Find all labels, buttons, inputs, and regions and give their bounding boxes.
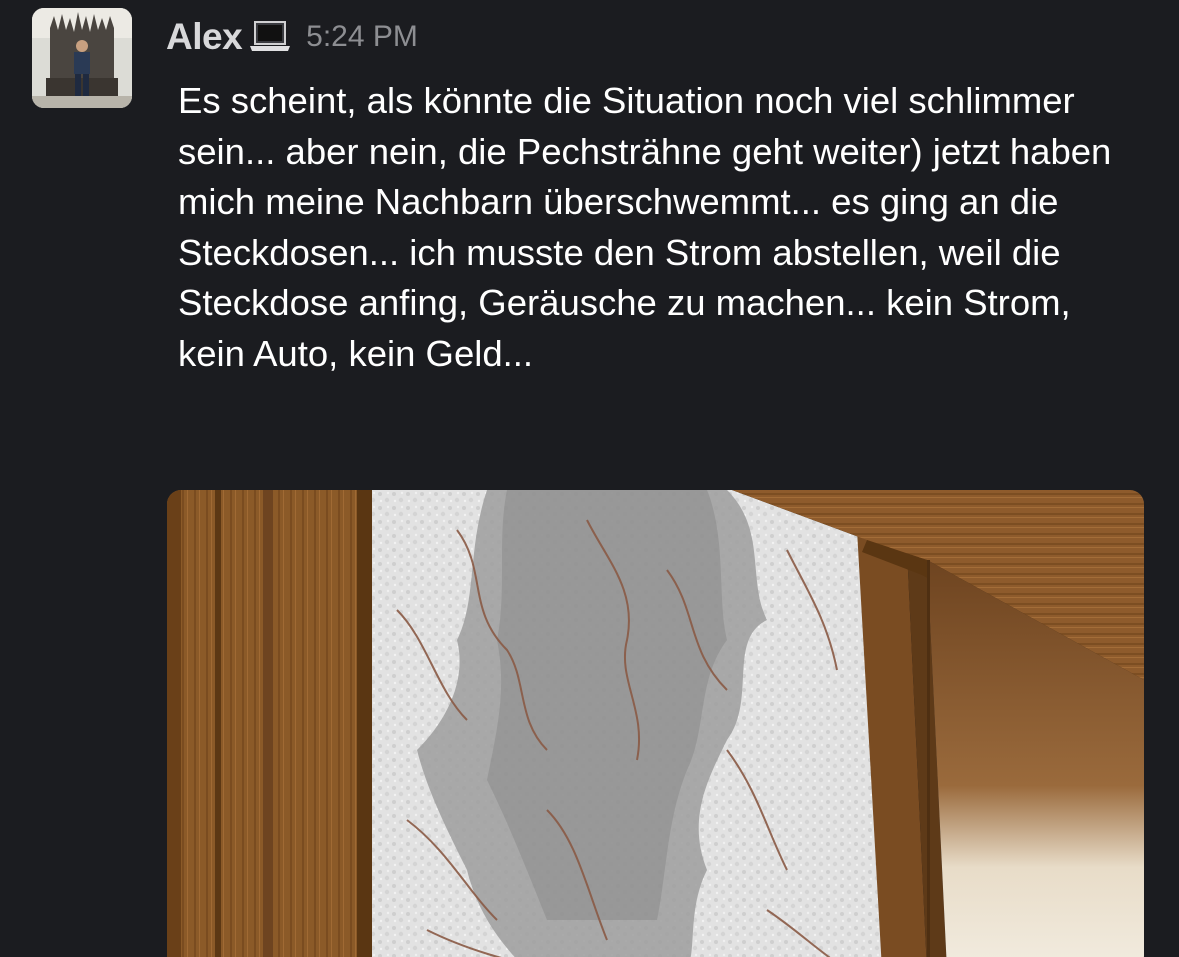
message-timestamp: 5:24 PM	[306, 20, 418, 53]
message-text: Es scheint, als könnte die Situation noc…	[178, 80, 1112, 374]
avatar[interactable]	[32, 8, 132, 108]
message-header: Alex 5:24 PM	[166, 14, 418, 60]
avatar-image	[32, 8, 132, 108]
image-attachment[interactable]	[167, 490, 1144, 957]
attachment-photo	[167, 490, 1144, 957]
chat-message: Alex 5:24 PM Es scheint, als könnte die …	[0, 0, 1179, 957]
laptop-icon	[248, 19, 292, 55]
username[interactable]: Alex	[166, 16, 243, 58]
